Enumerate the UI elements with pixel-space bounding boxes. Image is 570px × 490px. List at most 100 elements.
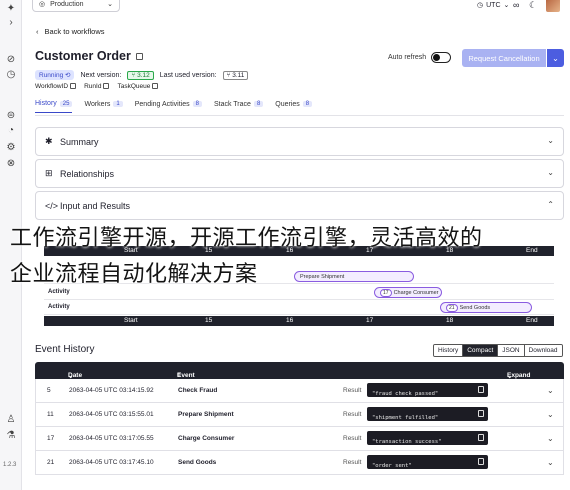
next-version-label: Next version: <box>80 71 122 79</box>
event-type: Charge Consumer <box>178 435 235 442</box>
namespace-select[interactable]: ◎ Production ⌄ <box>32 0 120 12</box>
timeline-bar[interactable]: 21 Send Goods <box>440 302 532 313</box>
labs-icon[interactable]: ♙ <box>4 412 18 426</box>
event-id: 11 <box>47 411 54 418</box>
meta-label: RunId <box>84 83 102 90</box>
timezone-label: UTC <box>486 1 501 9</box>
event-id: 5 <box>47 387 51 394</box>
event-table: Date & Time ⌄ Event Type ≡ Expand all ⌄ … <box>35 362 564 475</box>
axis-tick: End <box>526 317 538 324</box>
copy-icon[interactable] <box>152 83 159 89</box>
axis-tick: Start <box>124 317 138 324</box>
copy-icon[interactable] <box>478 434 484 441</box>
axis-tick: 15 <box>205 317 213 324</box>
bar-label: Send Goods <box>459 304 491 311</box>
panel-title: Summary <box>60 136 99 147</box>
axis-tick: 16 <box>286 317 294 324</box>
view-json-button[interactable]: JSON <box>498 345 525 356</box>
tab-label: Pending Activities <box>134 100 190 108</box>
tab-workers[interactable]: Workers 1 <box>84 100 123 113</box>
bar-label: Prepare Shipment <box>300 273 345 280</box>
meta-workflow-id[interactable]: WorkflowID <box>35 83 77 90</box>
result-code: "order sent" <box>367 455 488 469</box>
meta-run-id[interactable]: RunId <box>84 83 110 90</box>
table-row[interactable]: 5 2063-04-05 UTC 03:14:15.92 Check Fraud… <box>35 379 564 403</box>
table-row[interactable]: 21 2063-04-05 UTC 03:17:45.10 Send Goods… <box>35 451 564 475</box>
tab-stack-trace[interactable]: Stack Trace 8 <box>214 100 264 113</box>
chevron-down-icon[interactable]: ⌄ <box>547 434 554 443</box>
meta-label: WorkflowID <box>35 83 69 90</box>
archive-icon[interactable]: ◔ <box>4 123 18 137</box>
next-version-badge: ⑂ 3.12 <box>127 70 154 80</box>
summary-panel[interactable]: ✱ Summary ⌄ <box>35 127 564 156</box>
copy-icon[interactable] <box>135 52 143 60</box>
timeline-row: Activity 17 Charge Consumer <box>44 286 554 300</box>
copy-icon[interactable] <box>103 83 110 89</box>
moon-icon[interactable]: ☾ <box>529 0 537 11</box>
auto-refresh-label: Auto refresh <box>388 54 427 61</box>
tab-queries[interactable]: Queries 8 <box>275 100 313 113</box>
flask-icon[interactable]: ⚗ <box>4 428 18 442</box>
table-header: Date & Time ⌄ Event Type ≡ Expand all ⌄ <box>35 362 564 393</box>
workflows-icon[interactable]: ⊘ <box>4 52 18 66</box>
download-button[interactable]: Download <box>524 345 562 356</box>
globe-icon: ◎ <box>39 1 46 8</box>
title-text: Customer Order <box>35 49 131 63</box>
tab-pending-activities[interactable]: Pending Activities 8 <box>135 100 202 113</box>
glasses-icon[interactable]: ∞ <box>513 0 519 10</box>
result-value: "fraud check passed" <box>372 391 439 397</box>
chevron-down-icon: ⌄ <box>547 168 554 177</box>
asterisk-icon: ✱ <box>45 136 53 146</box>
last-used-badge: ⑂ 3.11 <box>222 70 249 80</box>
event-type: Prepare Shipment <box>178 411 234 418</box>
input-results-panel[interactable]: </> Input and Results ⌃ <box>35 191 564 220</box>
timeline-bar[interactable]: Prepare Shipment <box>294 271 414 282</box>
event-id: 17 <box>47 435 55 442</box>
timeline-row: Activity 21 Send Goods <box>44 301 554 315</box>
chevron-down-icon[interactable]: ⌄ <box>547 386 554 395</box>
settings-icon[interactable]: ⚙ <box>4 140 18 154</box>
table-row[interactable]: 17 2063-04-05 UTC 03:17:05.55 Charge Con… <box>35 427 564 451</box>
last-used-label: Last used version: <box>159 71 217 79</box>
meta-task-queue[interactable]: TaskQueue <box>117 83 159 90</box>
tab-label: History <box>35 100 57 107</box>
axis-tick: End <box>526 247 538 254</box>
copy-icon[interactable] <box>478 410 484 417</box>
view-compact-button[interactable]: Compact <box>463 345 499 356</box>
batch-icon[interactable]: ⊜ <box>4 108 18 122</box>
auto-refresh-toggle[interactable] <box>431 52 451 63</box>
chevron-down-icon[interactable]: ⌄ <box>547 49 564 67</box>
chevron-up-icon: ⌃ <box>547 200 554 209</box>
tab-divider <box>35 115 564 116</box>
logo-icon[interactable]: ✦ <box>4 1 18 15</box>
expand-chevron-icon[interactable]: › <box>4 15 18 29</box>
hierarchy-icon: ⊞ <box>45 168 53 178</box>
chevron-down-icon[interactable]: ⌄ <box>547 458 554 467</box>
back-link[interactable]: ‹ Back to workflows <box>36 27 105 36</box>
tab-count: 8 <box>192 101 202 107</box>
table-row[interactable]: 11 2063-04-05 UTC 03:15:55.01 Prepare Sh… <box>35 403 564 427</box>
view-history-button[interactable]: History <box>434 345 464 356</box>
axis-tick: 17 <box>366 317 374 324</box>
relationships-panel[interactable]: ⊞ Relationships ⌄ <box>35 159 564 188</box>
toggle-knob <box>433 54 440 61</box>
copy-icon[interactable] <box>478 386 484 393</box>
schedules-icon[interactable]: ◷ <box>4 67 18 81</box>
top-bar: ◎ Production ⌄ ◷ UTC ⌄ ∞ ☾ <box>22 0 570 14</box>
result-label: Result <box>343 459 362 466</box>
tab-label: Workers <box>84 100 111 108</box>
clock-icon: ◷ <box>477 2 484 9</box>
namespaces-icon[interactable]: ⊗ <box>4 156 18 170</box>
chevron-down-icon[interactable]: ⌄ <box>547 410 554 419</box>
detail-tabs: History 25 Workers 1 Pending Activities 8 S… <box>35 100 313 113</box>
avatar[interactable] <box>546 0 560 12</box>
copy-icon[interactable] <box>70 83 77 89</box>
timeline-bar[interactable]: 17 Charge Consumer <box>374 287 442 298</box>
tab-count: 25 <box>59 100 73 107</box>
timezone-select[interactable]: ◷ UTC ⌄ <box>477 1 509 10</box>
request-cancellation-button[interactable]: Request Cancellation <box>462 49 546 67</box>
branch-icon: ⑂ <box>226 71 231 79</box>
tab-history[interactable]: History 25 <box>35 100 73 113</box>
row-label: Activity <box>48 289 70 295</box>
copy-icon[interactable] <box>478 458 484 465</box>
